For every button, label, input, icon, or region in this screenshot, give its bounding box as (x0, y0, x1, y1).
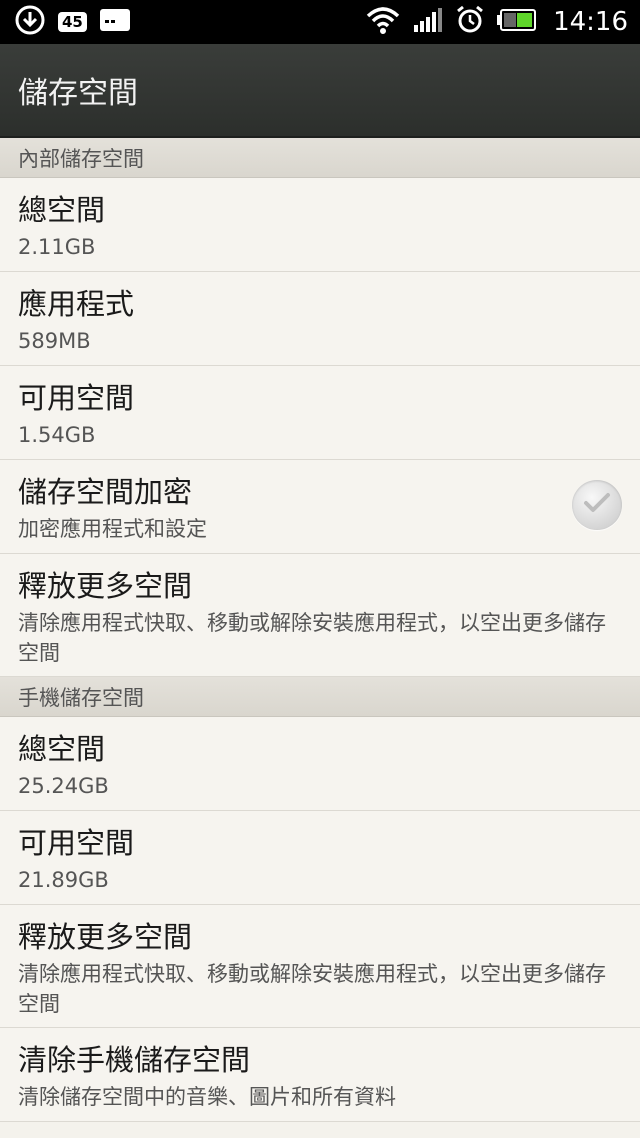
list-item-subtitle: 25.24GB (18, 774, 109, 798)
battery-icon (497, 9, 537, 35)
list-item-phone-total-space[interactable]: 總空間 25.24GB (0, 717, 640, 811)
list-item-phone-free-up-space[interactable]: 釋放更多空間 清除應用程式快取、移動或解除安裝應用程式，以空出更多儲存空間 (0, 905, 640, 1028)
check-icon (583, 492, 611, 518)
list-item-subtitle: 21.89GB (18, 868, 109, 892)
list-item-apps[interactable]: 應用程式 589MB (0, 272, 640, 366)
status-bar-notifications: 45 (14, 4, 131, 40)
section-header-internal-storage: 內部儲存空間 (0, 138, 640, 178)
list-item-subtitle: 2.11GB (18, 235, 96, 259)
message-icon (99, 8, 131, 36)
signal-strength-icon (413, 7, 443, 37)
status-bar: 45 14:16 (0, 0, 640, 44)
download-icon (14, 4, 46, 40)
section-header-label: 手機儲存空間 (18, 685, 144, 710)
list-item-title: 清除手機儲存空間 (18, 1043, 251, 1077)
list-item-storage-encryption[interactable]: 儲存空間加密 加密應用程式和設定 (0, 460, 640, 554)
section-header-label: 內部儲存空間 (18, 146, 144, 171)
list-item-erase-phone-storage[interactable]: 清除手機儲存空間 清除儲存空間中的音樂、圖片和所有資料 (0, 1028, 640, 1122)
wifi-icon (365, 5, 401, 39)
list-item-title: 釋放更多空間 (18, 569, 193, 603)
alarm-clock-icon (455, 5, 485, 39)
notification-count-badge: 45 (58, 12, 87, 32)
list-item-phone-available-space[interactable]: 可用空間 21.89GB (0, 811, 640, 905)
list-item-total-space[interactable]: 總空間 2.11GB (0, 178, 640, 272)
encryption-checkbox[interactable] (572, 480, 622, 530)
storage-settings-screen: 45 14:16 儲存空間 內部儲存空間 總空間 2.11GB 應用程式 589… (0, 0, 640, 1138)
list-item-free-up-space[interactable]: 釋放更多空間 清除應用程式快取、移動或解除安裝應用程式，以空出更多儲存空間 (0, 554, 640, 677)
page-title: 儲存空間 (18, 76, 138, 111)
list-item-subtitle: 清除儲存空間中的音樂、圖片和所有資料 (18, 1085, 396, 1109)
list-item-title: 釋放更多空間 (18, 920, 193, 954)
list-item-subtitle: 清除應用程式快取、移動或解除安裝應用程式，以空出更多儲存空間 (18, 962, 606, 1016)
list-item-title: 可用空間 (18, 381, 135, 415)
status-bar-system: 14:16 (365, 5, 628, 39)
section-header-phone-storage: 手機儲存空間 (0, 677, 640, 717)
list-item-title: 可用空間 (18, 826, 135, 860)
list-item-subtitle: 清除應用程式快取、移動或解除安裝應用程式，以空出更多儲存空間 (18, 611, 606, 665)
list-item-available-space[interactable]: 可用空間 1.54GB (0, 366, 640, 460)
title-bar: 儲存空間 (0, 44, 640, 138)
list-item-title: 總空間 (18, 193, 106, 227)
list-item-subtitle: 加密應用程式和設定 (18, 517, 207, 541)
clock-time: 14:16 (553, 7, 628, 37)
list-item-title: 應用程式 (18, 287, 135, 321)
list-item-subtitle: 1.54GB (18, 423, 96, 447)
list-item-subtitle: 589MB (18, 329, 91, 353)
list-item-title: 儲存空間加密 (18, 475, 193, 509)
list-item-title: 總空間 (18, 732, 106, 766)
